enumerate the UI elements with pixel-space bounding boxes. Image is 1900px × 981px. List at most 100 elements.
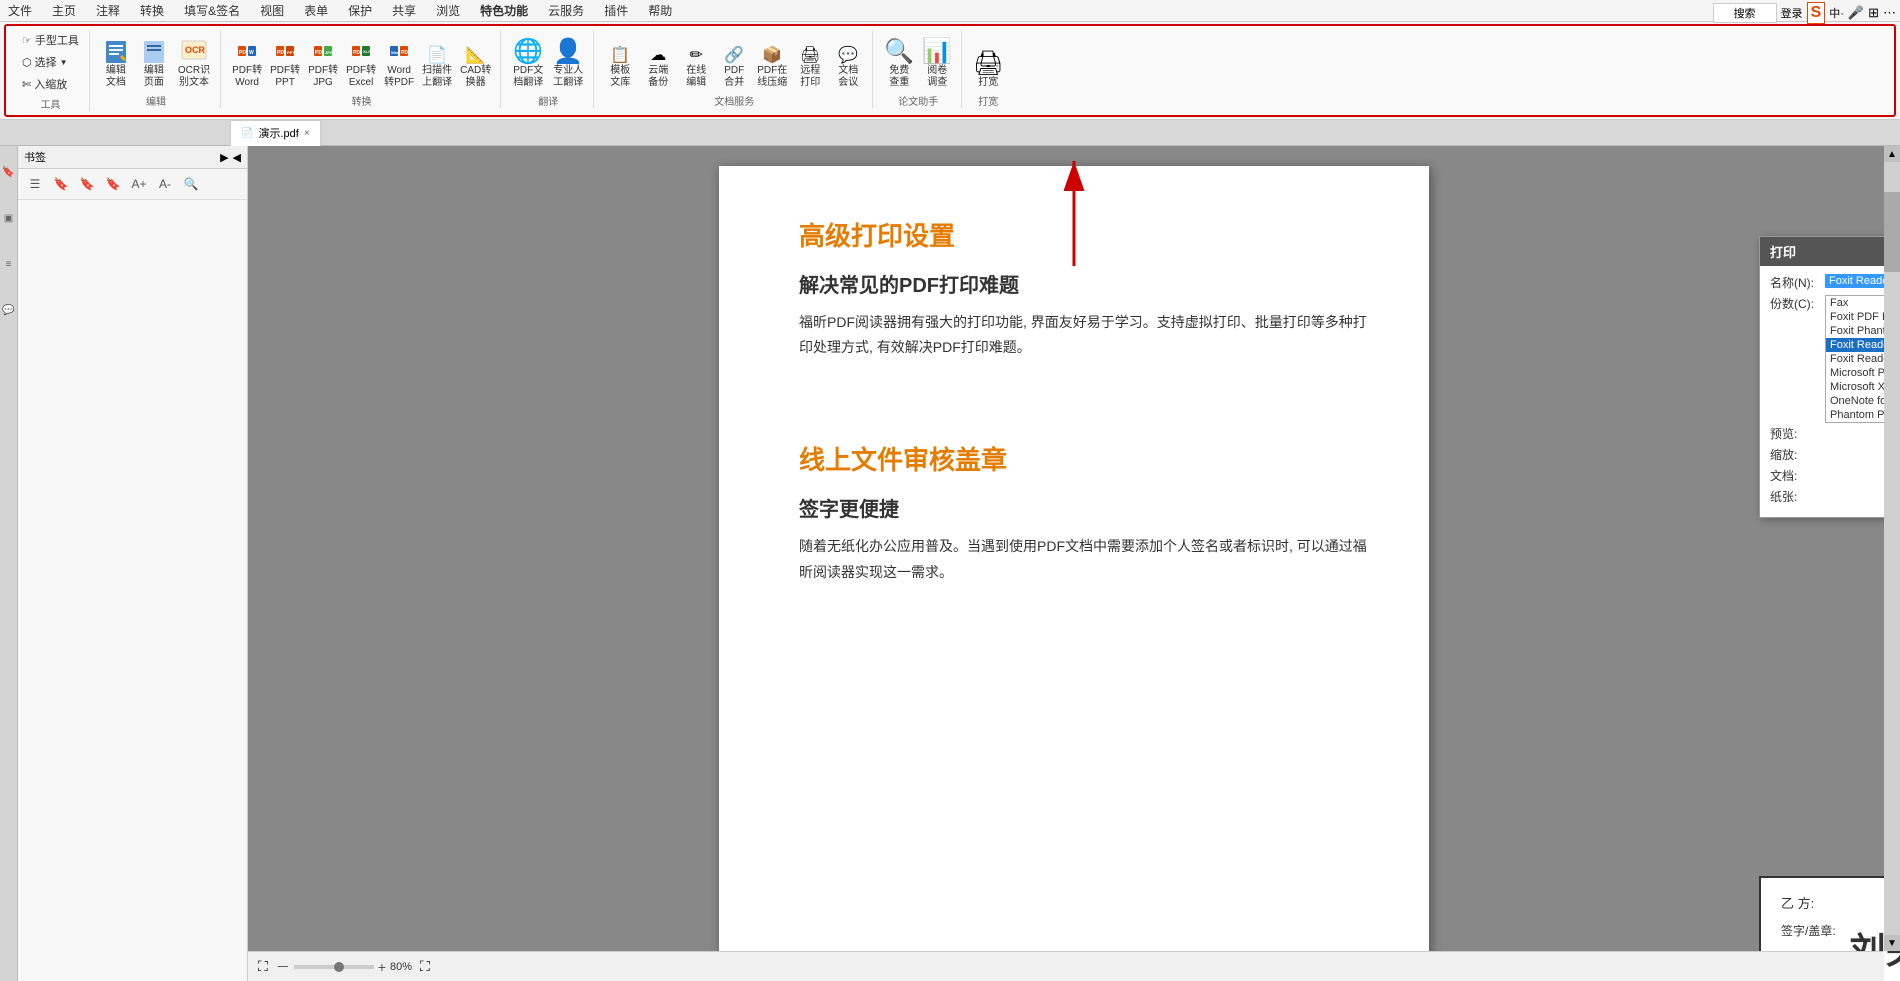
menu-annotate[interactable]: 注释 bbox=[92, 0, 124, 21]
sidebar-tool-font-small[interactable]: A- bbox=[154, 173, 176, 195]
menu-protect[interactable]: 保护 bbox=[344, 0, 376, 21]
online-edit-label: 在线编辑 bbox=[686, 65, 706, 89]
hand-tool-label: 手型工具 bbox=[35, 32, 79, 48]
free-check-btn[interactable]: 🔍 免费查重 bbox=[881, 35, 917, 91]
menu-cloud[interactable]: 云服务 bbox=[544, 0, 588, 21]
menu-plugin[interactable]: 插件 bbox=[600, 0, 632, 21]
menu-help[interactable]: 帮助 bbox=[644, 0, 676, 21]
pdf-tab[interactable]: 📄 演示.pdf × bbox=[230, 120, 321, 146]
select-tool-label: 选择 bbox=[35, 54, 57, 70]
template-btn[interactable]: 📋 模板文库 bbox=[602, 43, 638, 91]
edit-doc-btn[interactable]: 编辑文档 bbox=[98, 35, 134, 91]
word-to-pdf-label: Word转PDF bbox=[384, 65, 414, 89]
pdf-to-ppt-btn[interactable]: PDFPPT PDF转PPT bbox=[267, 43, 303, 91]
doc-meeting-label: 文档会议 bbox=[838, 65, 858, 89]
template-label: 模板文库 bbox=[610, 65, 630, 89]
panel-icon-layers[interactable]: ≡ bbox=[2, 244, 16, 284]
input-method-icon[interactable]: 中· bbox=[1829, 5, 1844, 21]
menu-home[interactable]: 主页 bbox=[48, 0, 80, 21]
grid-icon[interactable]: ⊞ bbox=[1868, 5, 1879, 21]
pdf-to-ppt-icon: PDFPPT bbox=[275, 45, 295, 65]
docservice-group-label: 文档服务 bbox=[714, 93, 754, 108]
search-box[interactable]: 搜索 bbox=[1713, 3, 1777, 23]
online-edit-btn[interactable]: ✏ 在线编辑 bbox=[678, 43, 714, 91]
menu-sign[interactable]: 填写&签名 bbox=[180, 0, 244, 21]
pro-translate-btn[interactable]: 👤 专业人工翻译 bbox=[549, 35, 587, 91]
pdf-merge-btn[interactable]: 🔗 PDF合并 bbox=[716, 43, 752, 91]
zoom-out-btn[interactable]: － bbox=[276, 957, 290, 977]
pdf-compress-btn[interactable]: 📦 PDF在线压缩 bbox=[754, 43, 790, 91]
pdf-to-jpg-btn[interactable]: PDFJPG PDF转JPG bbox=[305, 43, 341, 91]
online-edit-icon: ✏ bbox=[686, 45, 706, 65]
scan-translate-label: 扫描件上翻译 bbox=[422, 65, 452, 89]
pdf-to-excel-btn[interactable]: PDFXLS PDF转Excel bbox=[343, 43, 379, 91]
panel-icon-bookmark[interactable]: 🔖 bbox=[2, 152, 16, 192]
scrollbar[interactable]: ▲ ▼ bbox=[1884, 146, 1900, 951]
convert-group-label: 转换 bbox=[352, 93, 372, 108]
pdf-to-excel-label: PDF转Excel bbox=[346, 65, 376, 89]
tab-close-btn[interactable]: × bbox=[304, 128, 310, 139]
svg-text:OCR: OCR bbox=[185, 45, 206, 55]
edit-page-btn2[interactable]: 编辑页面 bbox=[136, 35, 172, 91]
menu-view[interactable]: 视图 bbox=[256, 0, 288, 21]
ocr-btn[interactable]: OCR OCR识别文本 bbox=[174, 35, 214, 91]
scroll-thumb[interactable] bbox=[1884, 192, 1900, 272]
sidebar: 书签 ▶ ◀ ☰ 🔖 🔖 🔖 A+ A- 🔍 bbox=[18, 146, 248, 981]
fullscreen-btn[interactable]: ⛶ bbox=[420, 958, 430, 975]
sidebar-collapse-btn[interactable]: ◀ bbox=[233, 151, 241, 164]
zoom-in-btn[interactable]: + bbox=[378, 959, 386, 975]
mic-icon[interactable]: 🎤 bbox=[1848, 5, 1864, 21]
more-icon[interactable]: ⋯ bbox=[1883, 5, 1896, 21]
pdf-translate-icon: 🌐 bbox=[514, 37, 542, 65]
menu-special[interactable]: 特色功能 bbox=[476, 0, 532, 21]
menu-browse[interactable]: 浏览 bbox=[432, 0, 464, 21]
menu-convert[interactable]: 转换 bbox=[136, 0, 168, 21]
ribbon-group-convert: PDFW PDF转Word PDFPPT PDF转PPT PDFJPG PDF转… bbox=[223, 30, 501, 108]
ribbon: ☞ 手型工具 ⬡ 选择 ▼ ✄ 入缩放 工具 bbox=[4, 24, 1896, 117]
remote-print-btn[interactable]: 🖨 远程打印 bbox=[792, 43, 828, 91]
sidebar-expand-btn[interactable]: ▶ bbox=[220, 151, 228, 164]
print-wide-icon: 🖨 bbox=[974, 49, 1002, 77]
translate-group-label: 翻译 bbox=[538, 93, 558, 108]
sidebar-tool-list[interactable]: ☰ bbox=[24, 173, 46, 195]
expand-icon[interactable]: ⛶ bbox=[258, 958, 268, 975]
cad-converter-icon: 📐 bbox=[466, 45, 486, 65]
select-tool-btn[interactable]: ⬡ 选择 ▼ bbox=[18, 52, 72, 72]
sig-party-label: 乙 方: bbox=[1781, 893, 1900, 912]
sidebar-tool-search[interactable]: 🔍 bbox=[180, 173, 202, 195]
cloud-backup-btn[interactable]: ☁ 云端备份 bbox=[640, 43, 676, 91]
pdf-page: 高级打印设置 解决常见的PDF打印难题 福昕PDF阅读器拥有强大的打印功能, 界… bbox=[719, 166, 1429, 981]
print-name-label: 名称(N): bbox=[1770, 274, 1825, 291]
section2-subtitle: 签字更便捷 bbox=[799, 493, 1369, 522]
zoom-slider[interactable] bbox=[294, 965, 374, 969]
pdf-to-excel-icon: PDFXLS bbox=[351, 45, 371, 65]
login-btn[interactable]: 登录 bbox=[1781, 5, 1803, 21]
section1-title: 高级打印设置 bbox=[799, 216, 1369, 253]
print-wide-btn[interactable]: 🖨 打宽 bbox=[970, 47, 1006, 91]
menu-form[interactable]: 表单 bbox=[300, 0, 332, 21]
pro-translate-icon: 👤 bbox=[554, 37, 582, 65]
menu-share[interactable]: 共享 bbox=[388, 0, 420, 21]
pdf-to-word-btn[interactable]: PDFW PDF转Word bbox=[229, 43, 265, 91]
word-to-pdf-btn[interactable]: WordPDF Word转PDF bbox=[381, 43, 417, 91]
scroll-up-btn[interactable]: ▲ bbox=[1884, 146, 1900, 162]
hand-tool-btn[interactable]: ☞ 手型工具 bbox=[18, 30, 83, 50]
menu-file[interactable]: 文件 bbox=[4, 0, 36, 21]
doc-meeting-btn[interactable]: 💬 文档会议 bbox=[830, 43, 866, 91]
sidebar-tool-bookmark2[interactable]: 🔖 bbox=[76, 173, 98, 195]
scroll-down-btn[interactable]: ▼ bbox=[1884, 935, 1900, 951]
scan-translate-btn[interactable]: 📄 扫描件上翻译 bbox=[419, 43, 455, 91]
section2-title: 线上文件审核盖章 bbox=[799, 440, 1369, 477]
edit-page-btn[interactable]: ✄ 入缩放 bbox=[18, 74, 71, 94]
cad-converter-btn[interactable]: 📐 CAD转换器 bbox=[457, 43, 494, 91]
panel-icon-thumbnail[interactable]: ▣ bbox=[2, 198, 16, 238]
pdf-translate-btn[interactable]: 🌐 PDF文档翻译 bbox=[509, 35, 547, 91]
survey-btn[interactable]: 📊 阅卷调查 bbox=[919, 35, 955, 91]
sidebar-tool-font-large[interactable]: A+ bbox=[128, 173, 150, 195]
print-preview-label: 预览: bbox=[1770, 425, 1825, 442]
sidebar-tool-bookmark3[interactable]: 🔖 bbox=[102, 173, 124, 195]
free-check-label: 免费查重 bbox=[889, 65, 909, 89]
edit-page-icon2 bbox=[140, 37, 168, 65]
panel-icon-comment[interactable]: 💬 bbox=[2, 290, 16, 330]
sidebar-tool-bookmark1[interactable]: 🔖 bbox=[50, 173, 72, 195]
